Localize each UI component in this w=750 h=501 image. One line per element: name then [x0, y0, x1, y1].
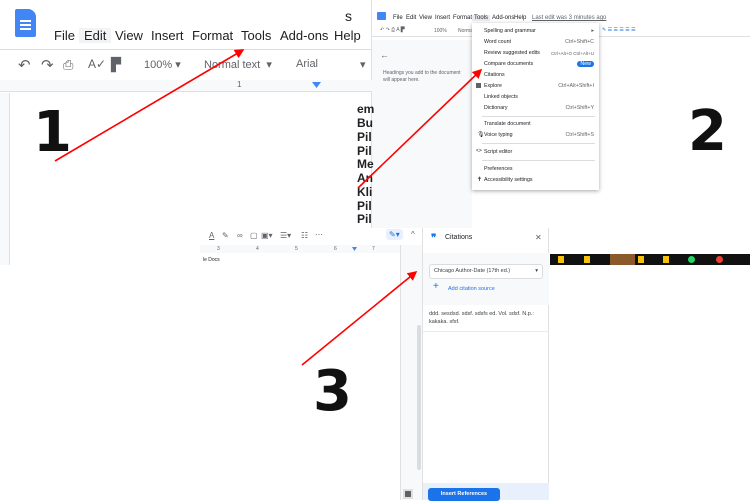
arrow-to-tools-menu — [54, 49, 245, 162]
arrow-to-citations-panel — [301, 270, 418, 366]
arrow-to-citations-item — [357, 68, 483, 189]
annotation-arrows — [54, 49, 483, 366]
